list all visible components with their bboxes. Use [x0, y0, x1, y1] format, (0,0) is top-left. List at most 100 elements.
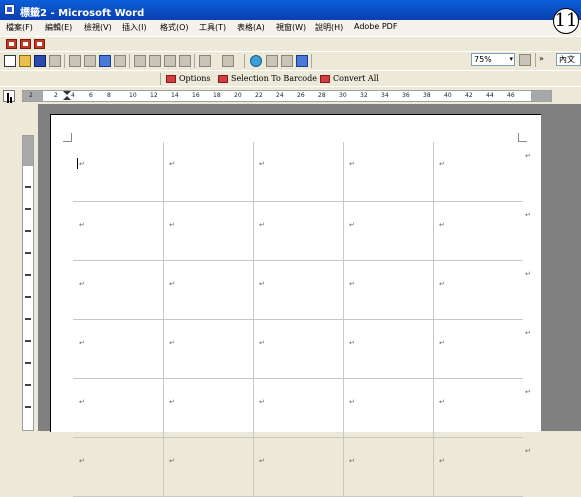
word-app-icon[interactable] — [4, 4, 15, 15]
end-of-row-mark: ↵ — [525, 388, 531, 396]
paragraph-mark[interactable]: ↵ — [169, 221, 175, 229]
open-folder-icon[interactable] — [19, 55, 31, 67]
ruler-tick-mark — [25, 296, 31, 298]
paragraph-mark[interactable]: ↵ — [259, 457, 265, 465]
copy-icon[interactable] — [149, 55, 161, 67]
paragraph-mark[interactable]: ↵ — [439, 160, 445, 168]
menu-window[interactable]: 視窗(W) — [276, 22, 306, 33]
ruler-tick-mark — [25, 384, 31, 386]
convert-to-pdf-icon[interactable] — [6, 39, 17, 49]
options-button[interactable]: Options — [166, 73, 211, 85]
end-of-row-mark: ↵ — [525, 270, 531, 278]
new-document-icon[interactable] — [4, 55, 16, 67]
table-row-border — [73, 437, 523, 438]
help-icon[interactable] — [519, 54, 531, 66]
cut-icon[interactable] — [134, 55, 146, 67]
spelling-icon[interactable] — [99, 55, 111, 67]
paragraph-mark[interactable]: ↵ — [439, 398, 445, 406]
redo-icon[interactable] — [222, 55, 234, 67]
paste-icon[interactable] — [164, 55, 176, 67]
paragraph-mark[interactable]: ↵ — [349, 339, 355, 347]
print-icon[interactable] — [69, 55, 81, 67]
insert-table-icon[interactable] — [281, 55, 293, 67]
indent-marker-icon[interactable] — [63, 91, 71, 101]
paragraph-mark[interactable]: ↵ — [349, 221, 355, 229]
paragraph-mark[interactable]: ↵ — [349, 398, 355, 406]
toolbar-separator — [311, 54, 312, 68]
paragraph-mark[interactable]: ↵ — [259, 280, 265, 288]
paragraph-mark[interactable]: ↵ — [169, 457, 175, 465]
title-bar: 標籤2 - Microsoft Word — [0, 0, 581, 20]
ruler-tick: 30 — [339, 92, 347, 99]
convert-all-button[interactable]: Convert All — [320, 73, 379, 85]
print-preview-icon[interactable] — [84, 55, 96, 67]
paragraph-mark[interactable]: ↵ — [79, 398, 85, 406]
menu-tools[interactable]: 工具(T) — [199, 22, 226, 33]
paragraph-mark[interactable]: ↵ — [439, 339, 445, 347]
paragraph-mark[interactable]: ↵ — [79, 160, 85, 168]
menu-help[interactable]: 說明(H) — [315, 22, 343, 33]
zoom-dropdown[interactable]: 75% ▾ — [471, 53, 515, 66]
research-icon[interactable] — [114, 55, 126, 67]
menu-format[interactable]: 格式(O) — [160, 22, 189, 33]
paragraph-mark[interactable]: ↵ — [79, 339, 85, 347]
paragraph-mark[interactable]: ↵ — [169, 280, 175, 288]
menu-view[interactable]: 檢視(V) — [84, 22, 112, 33]
paragraph-mark[interactable]: ↵ — [439, 280, 445, 288]
ruler-tick: 2 — [54, 92, 58, 99]
paragraph-mark[interactable]: ↵ — [169, 339, 175, 347]
convert-and-review-pdf-icon[interactable] — [34, 39, 45, 49]
vertical-ruler[interactable] — [22, 135, 34, 431]
toolbar-options-icon[interactable]: » — [539, 54, 544, 63]
menu-insert[interactable]: 插入(I) — [122, 22, 147, 33]
style-value: 內文 — [559, 55, 575, 64]
ruler-top-margin — [23, 136, 33, 166]
paragraph-mark[interactable]: ↵ — [79, 457, 85, 465]
menu-adobe-pdf[interactable]: Adobe PDF — [354, 22, 397, 31]
toolbar-separator — [129, 54, 130, 68]
paragraph-mark[interactable]: ↵ — [259, 398, 265, 406]
convert-and-email-pdf-icon[interactable] — [20, 39, 31, 49]
ruler-tick-mark — [25, 406, 31, 408]
ruler-tick: 40 — [444, 92, 452, 99]
paragraph-mark[interactable]: ↵ — [169, 398, 175, 406]
format-painter-icon[interactable] — [179, 55, 191, 67]
permission-icon[interactable] — [49, 55, 61, 67]
ruler-tick: 32 — [360, 92, 368, 99]
paragraph-mark[interactable]: ↵ — [259, 160, 265, 168]
selection-to-barcode-button[interactable]: Selection To Barcode — [218, 73, 317, 85]
ruler-tick: 6 — [89, 92, 93, 99]
ruler-tick: 46 — [507, 92, 515, 99]
menu-table[interactable]: 表格(A) — [237, 22, 265, 33]
paragraph-mark[interactable]: ↵ — [349, 457, 355, 465]
ruler-tick-mark — [25, 274, 31, 276]
style-dropdown[interactable]: 內文 — [556, 53, 581, 66]
paragraph-mark[interactable]: ↵ — [259, 221, 265, 229]
insert-hyperlink-icon[interactable] — [250, 55, 262, 67]
paragraph-mark[interactable]: ↵ — [349, 280, 355, 288]
toolbar-separator — [160, 73, 161, 85]
menu-file[interactable]: 檔案(F) — [6, 22, 33, 33]
paragraph-mark[interactable]: ↵ — [439, 457, 445, 465]
paragraph-mark[interactable]: ↵ — [169, 160, 175, 168]
paragraph-mark[interactable]: ↵ — [259, 339, 265, 347]
step-number-badge: 11 — [553, 8, 579, 34]
ruler-tick: 28 — [318, 92, 326, 99]
ruler-tick-mark — [25, 208, 31, 210]
horizontal-ruler[interactable]: 2 2 4 6 8 10 12 14 16 18 20 22 24 26 28 … — [22, 90, 552, 102]
paragraph-mark[interactable]: ↵ — [79, 221, 85, 229]
tables-and-borders-icon[interactable] — [266, 55, 278, 67]
undo-icon[interactable] — [199, 55, 211, 67]
drawing-icon[interactable] — [296, 55, 308, 67]
paragraph-mark[interactable]: ↵ — [439, 221, 445, 229]
save-icon[interactable] — [34, 55, 46, 67]
table-column-border — [343, 142, 344, 496]
toolbar-separator — [535, 53, 536, 67]
ruler-tick: 20 — [234, 92, 242, 99]
document-page[interactable]: ↵ ↵ ↵ ↵ ↵ ↵ ↵ ↵ ↵ ↵ ↵ ↵ ↵ ↵ ↵ ↵ ↵ ↵ ↵ ↵ ↵ ↵ ↵ ↵ ↵ ↵ ↵ ↵ ↵ ↵ ↵ ↵ ↵ ↵ ↵ ↵ — [50, 114, 541, 497]
document-area: ↵ ↵ ↵ ↵ ↵ ↵ ↵ ↵ ↵ ↵ ↵ ↵ ↵ ↵ ↵ ↵ ↵ ↵ ↵ ↵ ↵ ↵ ↵ ↵ ↵ ↵ ↵ ↵ ↵ ↵ ↵ ↵ ↵ ↵ ↵ ↵ — [38, 104, 581, 497]
paragraph-mark[interactable]: ↵ — [349, 160, 355, 168]
tab-selector-icon[interactable] — [3, 90, 15, 102]
menu-edit[interactable]: 編輯(E) — [45, 22, 72, 33]
paragraph-mark[interactable]: ↵ — [79, 280, 85, 288]
